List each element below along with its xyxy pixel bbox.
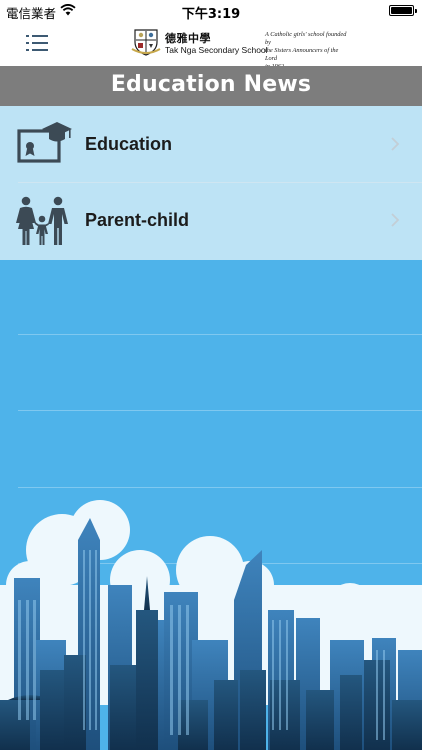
list-item-label: Parent-child xyxy=(85,210,190,230)
school-crest-logo xyxy=(131,29,161,56)
divider xyxy=(18,487,422,488)
news-category-list: Education Parent-child xyxy=(0,106,422,260)
list-item-education[interactable]: Education xyxy=(0,106,422,182)
app-header: 電信業者 下午3:19 德雅中學 Tak Nga Secondary Schoo… xyxy=(0,0,422,70)
chevron-right-icon xyxy=(391,213,400,227)
status-time: 下午3:19 xyxy=(181,7,241,22)
motto-line: the Sisters Announcers of the Lord xyxy=(265,47,339,62)
motto-line: A Catholic girls' school founded by xyxy=(265,31,347,46)
page-title: Education News xyxy=(110,72,312,97)
certificate-graduation-cap-icon xyxy=(17,122,72,163)
divider xyxy=(18,410,422,411)
title-bar: Education News xyxy=(0,66,422,106)
city-skyline-background xyxy=(0,500,422,750)
battery-icon xyxy=(389,5,417,16)
chevron-right-icon xyxy=(391,137,400,151)
status-bar: 電信業者 下午3:19 xyxy=(0,0,422,22)
divider xyxy=(18,334,422,335)
menu-button[interactable] xyxy=(26,35,48,51)
family-icon xyxy=(16,196,68,245)
school-name-english: Tak Nga Secondary School xyxy=(165,45,268,55)
school-motto: A Catholic girls' school founded by the … xyxy=(265,31,347,71)
list-item-parent-child[interactable]: Parent-child xyxy=(0,183,422,259)
list-item-label: Education xyxy=(85,134,173,154)
school-name-chinese: 德雅中學 xyxy=(165,32,211,45)
